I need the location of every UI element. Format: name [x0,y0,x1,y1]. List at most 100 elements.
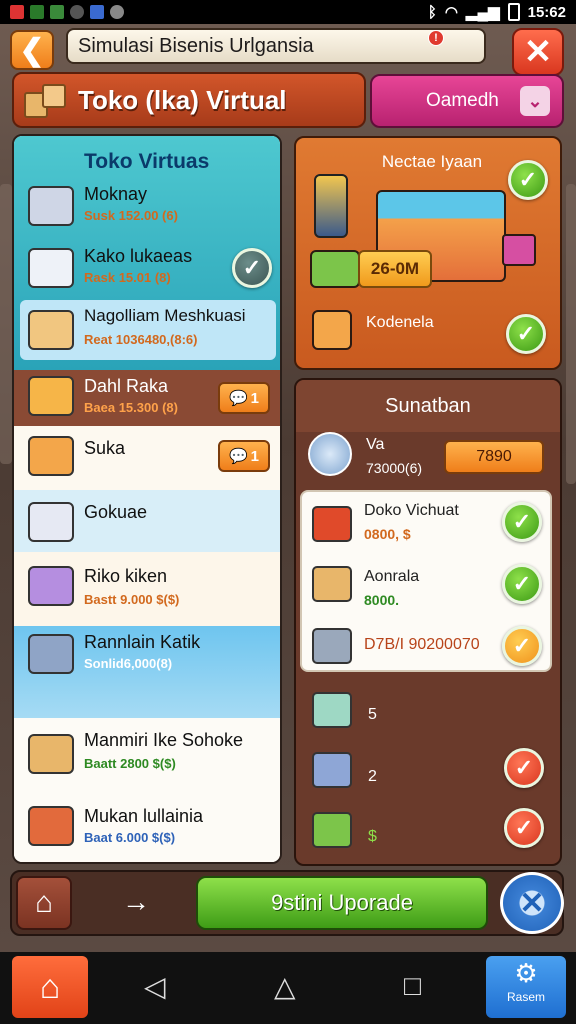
summary-panel: Sunatban Va 73000(6) 7890 Doko Vichuat 0… [294,378,562,866]
upgrade-button[interactable]: 9stini Uporade [196,876,488,930]
check-icon[interactable]: ✓ [232,248,272,288]
page-title-bar: Simulasi Bisenis Urlgansia [66,28,486,64]
chat-bubble-icon: 💬 [228,390,248,407]
shop-list-panel: Toko Virtuas Moknay Susk 152.00 (6) Kako… [12,134,282,864]
chevron-down-icon: ⌄ [520,86,550,116]
chevron-left-icon: ❮ [19,33,45,67]
list-item[interactable]: Rannlain Katik Sonlid6,000(8) [14,626,280,718]
check-icon[interactable]: ✓ [502,502,542,542]
cardboard-box-icon [28,436,74,476]
crate-icon [28,310,74,350]
cash-register-icon [28,248,74,288]
cart-icon [310,250,360,288]
nav-home-button[interactable]: ⌂ [12,956,88,1018]
bluetooth-icon: ᛒ [427,3,437,21]
stat-button[interactable]: 7890 [444,440,544,474]
list-item[interactable]: Mukan lullainia Baat 6.000 $($) [14,792,280,862]
house-icon: ⌂ [39,967,61,1006]
shield-icon [90,5,104,19]
list-item[interactable]: Riko kiken Bastt 9.000 $($) [14,552,280,626]
action-bar: ⌂ → 9stini Uporade ✕ [10,870,564,936]
green-box-icon [312,812,352,848]
list-item-selected[interactable]: Nagolliam Meshkuasi Reat 1036480,(8:6) [20,300,276,360]
check-icon[interactable]: ✓ [502,626,542,666]
back-button[interactable]: ❮ [10,30,54,70]
nav-recents-button[interactable]: □ [404,970,421,1002]
house-icon: ⌂ [34,886,54,919]
order-card: Doko Vichuat 0800, $ ✓ Aonrala 8000. ✓ D… [300,490,552,672]
cancel-button[interactable]: ✕ [500,872,564,934]
list-item[interactable]: Dahl Raka Baea 15.300 (8) 💬 1 [14,370,280,426]
handshake-icon [308,432,352,476]
arrow-right-icon: → [122,886,150,917]
gear-icon: ⚙ [514,958,538,988]
notification-badge[interactable]: ! [428,30,444,46]
background-building [0,184,12,464]
settings-button[interactable]: ⚙ Rasem [486,956,566,1018]
shop-banner: Toko (lka) Virtual [12,72,366,128]
square-icon: □ [404,970,421,1001]
category-dropdown[interactable]: Oamedh ⌄ [370,74,564,128]
list-item[interactable]: Kako lukaeas Rask 15.01 (8) ✓ [14,240,280,300]
nav-home-circle-button[interactable]: △ [274,970,296,1003]
summary-title: Sunatban [296,380,560,432]
store-box-icon [28,376,74,416]
clock: 15:62 [527,3,566,21]
sheet-notification-icon [50,5,64,19]
blue-box-icon [312,752,352,788]
stat-value: 73000(6) [366,460,423,476]
vending-machine-icon [28,566,74,606]
chat-badge[interactable]: 💬 1 [218,382,270,414]
chat-badge[interactable]: 💬 1 [218,440,270,472]
boxes-icon [24,80,68,120]
check-icon[interactable]: ✓ [502,564,542,604]
storage-jar-icon [314,174,348,238]
list-item[interactable]: Gokuae [14,490,280,552]
battery-icon [507,3,520,21]
image-notification-icon [30,5,44,19]
back-triangle-icon: ◁ [144,971,166,1002]
home-outline-icon: △ [274,971,296,1002]
gem-box-icon [28,186,74,226]
tray-icon [28,502,74,542]
check-icon[interactable]: ✓ [504,808,544,848]
featured-item-label: Kodenela [366,314,434,331]
check-icon[interactable]: ✓ [506,314,546,354]
pink-box-icon [502,234,536,266]
app-notification-icon [10,5,24,19]
dropdown-label: Oamedh [426,90,499,111]
plant-box-icon [312,566,352,602]
home-button[interactable]: ⌂ [16,876,72,930]
price-tag: 26-0M [358,250,432,288]
sync-icon [70,5,84,19]
notification-icons [10,5,124,19]
chat-bubble-icon: 💬 [228,448,248,465]
list-item[interactable]: Manmiri Ike Sohoke Baatt 2800 $($) [14,718,280,792]
check-icon[interactable]: ✓ [508,160,548,200]
alert-icon [110,5,124,19]
system-navbar: ⌂ ◁ △ □ ⚙ Rasem [0,952,576,1024]
close-icon: ✕ [519,886,545,920]
gift-box-icon [28,734,74,774]
upgrade-label: 9stini Uporade [271,890,413,915]
close-button[interactable]: ✕ [512,28,564,76]
check-icon[interactable]: ✓ [504,748,544,788]
featured-store-panel: Nectae Iyaan ✓ 26-0M Kodenela ✓ [294,136,562,370]
shop-title: Toko (lka) Virtual [78,84,287,115]
list-item[interactable]: Moknay Susk 152.00 (6) [14,180,280,240]
background-building [566,184,576,484]
shop-list-title: Toko Virtuas [84,150,210,173]
mint-box-icon [312,692,352,728]
signal-icon: ▂▄▆ [465,4,500,21]
tray-icon [312,628,352,664]
status-bar: ᛒ ◠ ▂▄▆ 15:62 [0,0,576,24]
stall-icon [312,506,352,542]
crate-icon [312,310,352,350]
printer-icon [28,634,74,674]
list-item[interactable]: Suka 💬 1 [14,426,280,490]
page-title: Simulasi Bisenis Urlgansia [78,34,314,57]
nav-back-button[interactable]: ◁ [144,970,166,1003]
settings-label: Rasem [506,990,545,1004]
stat-label: Va [366,436,385,453]
shop-stall-icon [28,806,74,846]
